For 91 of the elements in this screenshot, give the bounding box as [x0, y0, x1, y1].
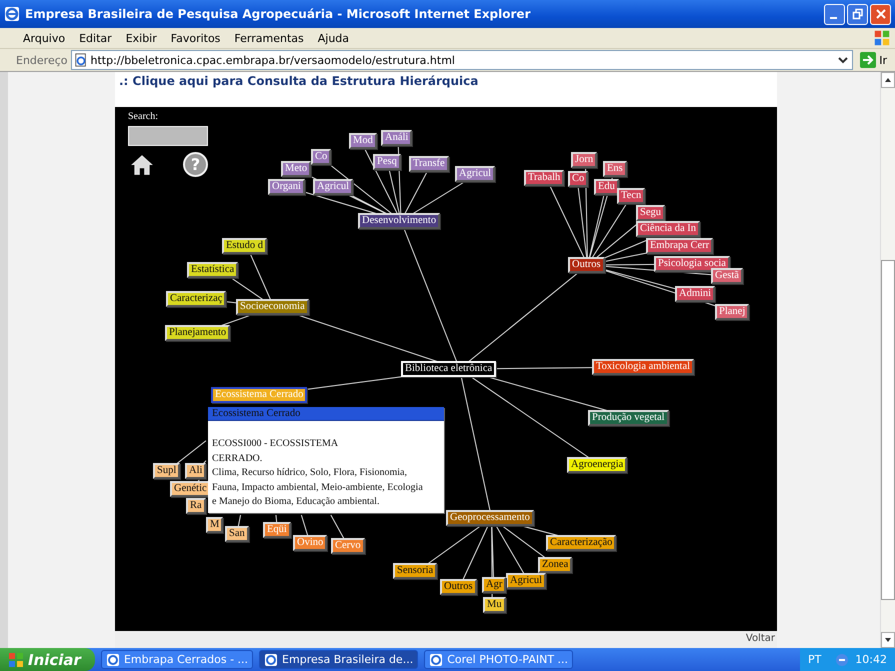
graph-node[interactable]: Agricul [455, 166, 496, 182]
graph-node[interactable]: Toxicologia ambiental [592, 359, 694, 375]
graph-node[interactable]: Agroenergia [567, 457, 628, 473]
start-button[interactable]: Iniciar [0, 648, 95, 671]
windows-logo-icon [873, 29, 891, 47]
graph-node[interactable]: Outros [440, 579, 477, 595]
graph-node[interactable]: Produção vegetal [588, 410, 669, 426]
graph-node[interactable]: Socioeconomia [236, 299, 309, 315]
graph-node[interactable]: Ens [603, 161, 627, 177]
graph-node[interactable]: Co [568, 171, 588, 187]
menu-item[interactable]: Favoritos [164, 32, 228, 44]
address-label: Endereço [16, 54, 68, 66]
graph-node[interactable]: Planejamento [165, 325, 230, 341]
taskbar-button[interactable]: Corel PHOTO-PAINT ... [424, 650, 574, 669]
graph-node[interactable]: Pesq [373, 154, 401, 170]
network-icon[interactable] [835, 652, 850, 666]
graph-node[interactable]: Caracterizaç [166, 291, 226, 307]
menu-item[interactable]: Editar [72, 32, 119, 44]
menu-item[interactable]: Arquivo [16, 32, 72, 44]
graph-node[interactable]: Embrapa Cerr [646, 238, 714, 254]
graph-node[interactable]: Genétic [170, 481, 211, 497]
graph-node[interactable]: Psicologia socia [654, 256, 730, 272]
home-icon[interactable] [130, 154, 154, 176]
menu-item[interactable]: Ferramentas [227, 32, 311, 44]
browser-icon [106, 652, 120, 666]
graph-node[interactable]: Estatística [187, 262, 238, 278]
close-button[interactable] [870, 4, 891, 24]
menu-item[interactable]: Exibir [118, 32, 164, 44]
restore-button[interactable] [847, 4, 868, 24]
minimize-button[interactable] [824, 4, 845, 24]
graph-node[interactable]: Outros [568, 257, 605, 273]
graph-node[interactable]: Ciência da In [636, 221, 700, 237]
graph-node[interactable]: Meto [281, 161, 312, 177]
graph-node[interactable]: Cervo [331, 538, 365, 554]
graph-node[interactable]: Segu [636, 205, 665, 221]
search-field[interactable] [128, 126, 208, 146]
restore-icon [852, 8, 864, 20]
graph-node[interactable]: Co [311, 149, 332, 165]
url-text: http://bbeletronica.cpac.embrapa.br/versaomodelo/estrutura.html [90, 54, 456, 66]
graph-node[interactable]: Edu [594, 179, 619, 195]
graph-node[interactable]: Organi [268, 179, 305, 195]
taskbar-button[interactable]: Empresa Brasileira de... [259, 650, 418, 669]
graph-node[interactable]: Planej [715, 304, 750, 320]
close-icon [874, 8, 886, 20]
scrollbar[interactable] [880, 72, 895, 648]
graph-node[interactable]: Supl [153, 463, 180, 479]
menu-item[interactable]: Ajuda [310, 32, 356, 44]
minimize-icon [830, 17, 836, 19]
graph-node[interactable]: Eqüi [263, 522, 291, 538]
graph-node[interactable]: Análi [381, 130, 412, 146]
graph-node[interactable]: Estudo d [222, 238, 268, 254]
graph-node[interactable]: Agr [482, 577, 506, 593]
graph-node[interactable]: M [206, 517, 224, 533]
graph-node[interactable]: Transfe [409, 156, 449, 172]
graph-node[interactable]: Ali [185, 463, 206, 479]
graph-node[interactable]: Tecn [617, 188, 646, 204]
graph-node[interactable]: Geoprocessamento [446, 510, 534, 526]
graph-node[interactable]: Gestã [711, 268, 743, 284]
graph-node[interactable]: Zonea [538, 557, 572, 573]
taskbar-button[interactable]: Embrapa Cerrados - ... [100, 650, 254, 669]
graph-node[interactable]: Agricul [506, 573, 546, 589]
graph-node[interactable]: Ra [186, 498, 206, 514]
graph-node[interactable]: Mod [349, 133, 377, 149]
graph-node[interactable]: Trabalh [524, 170, 564, 186]
browser-icon [429, 652, 444, 666]
graph-node[interactable]: Mu [483, 597, 506, 613]
graph-node[interactable]: Caracterização [546, 535, 616, 551]
graph-node[interactable]: Agricul [313, 179, 354, 195]
language-indicator[interactable]: PT [808, 653, 822, 666]
window-title: Empresa Brasileira de Pesquisa Agropecuária - Microsoft Internet Explorer [25, 7, 532, 21]
browser-icon [4, 6, 20, 22]
address-field[interactable]: http://bbeletronica.cpac.embrapa.br/versaomodelo/estrutura.html [70, 50, 854, 70]
tooltip-title: Ecossistema Cerrado [208, 407, 444, 421]
windows-logo-icon [8, 652, 24, 668]
graph-node[interactable]: Admini [675, 286, 716, 302]
page-heading-link[interactable]: .: Clique aqui para Consulta da Estrutura Hierárquica [115, 72, 777, 107]
graph-node[interactable]: Jorn [571, 152, 598, 168]
help-button[interactable]: ? [183, 152, 208, 177]
clock: 10:42 [855, 653, 887, 666]
graph-node[interactable]: Sensoria [393, 563, 438, 579]
back-link[interactable]: Voltar [746, 631, 775, 644]
graph-node[interactable]: San [225, 526, 249, 542]
graph-node[interactable]: Biblioteca eletrônica [401, 361, 496, 377]
tooltip-text: ECOSSI000 - ECOSSISTEMA CERRADO. Clima, Recurso hídrico, Solo, Flora, Fisionomia, Fauna, Impacto ambiental, Meio-ambiente, Ecologia e Manejo do Bioma, Educação ambiental. [211, 437, 424, 509]
page-icon [74, 53, 88, 67]
go-button[interactable]: Ir [856, 52, 891, 68]
graph-node[interactable]: Ovino [293, 535, 328, 551]
browser-icon [264, 652, 278, 666]
graph-node[interactable]: Desenvolvimento [358, 213, 440, 229]
search-label: Search: [128, 111, 158, 122]
go-arrow-icon [860, 52, 876, 68]
